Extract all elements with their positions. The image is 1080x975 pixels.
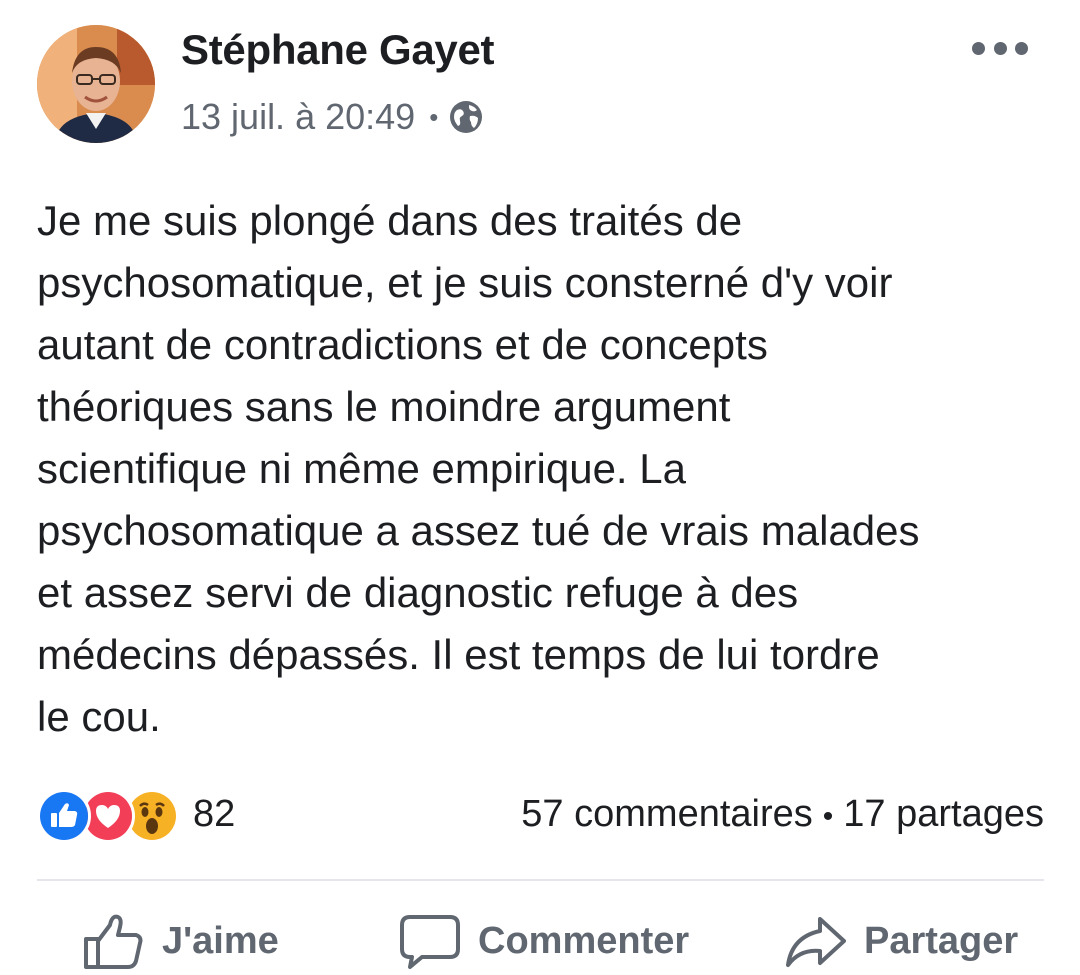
share-button-label: Partager <box>864 919 1019 962</box>
reaction-count[interactable]: 82 <box>193 793 235 836</box>
divider <box>37 879 1044 881</box>
author-avatar[interactable] <box>37 25 155 143</box>
action-bar: J'aime Commenter Partager <box>0 905 1080 975</box>
post-body-line: autant de contradictions et de concepts <box>37 321 768 368</box>
post-meta: 13 juil. à 20:49 • <box>181 95 484 139</box>
post-body-line: psychosomatique a assez tué de vrais mal… <box>37 507 920 554</box>
post-body-line: scientifique ni même empirique. La <box>37 445 686 492</box>
post-body-line: Je me suis plongé dans des traités de <box>37 197 743 244</box>
more-options-icon[interactable] <box>972 30 1028 66</box>
reactions-row: 82 57 commentaires • 17 partages <box>37 785 1044 845</box>
reaction-icons[interactable] <box>37 789 187 843</box>
post-body-line: et assez servi de diagnostic refuge à de… <box>37 569 799 616</box>
post-body-line: psychosomatique, et je suis consterné d'… <box>37 259 893 306</box>
globe-icon <box>448 99 484 135</box>
post-header: Stéphane Gayet 13 juil. à 20:49 • <box>0 0 1080 170</box>
post-body-line: le cou. <box>37 693 161 740</box>
post-body-line: médecins dépassés. Il est temps de lui t… <box>37 631 880 678</box>
post-stats: 57 commentaires • 17 partages <box>521 793 1044 836</box>
comments-count[interactable]: 57 commentaires <box>521 793 812 835</box>
like-button-label: J'aime <box>162 919 279 962</box>
comment-button-label: Commenter <box>478 919 690 962</box>
meta-separator: • <box>429 101 439 132</box>
shares-count[interactable]: 17 partages <box>843 793 1044 835</box>
post-body-line: théoriques sans le moindre argument <box>37 383 731 430</box>
post-timestamp[interactable]: 13 juil. à 20:49 <box>181 96 415 138</box>
author-name[interactable]: Stéphane Gayet <box>181 26 495 74</box>
stats-separator: • <box>822 800 834 833</box>
post-body: Je me suis plongé dans des traités de ps… <box>37 190 1047 748</box>
like-reaction-icon <box>37 789 91 843</box>
